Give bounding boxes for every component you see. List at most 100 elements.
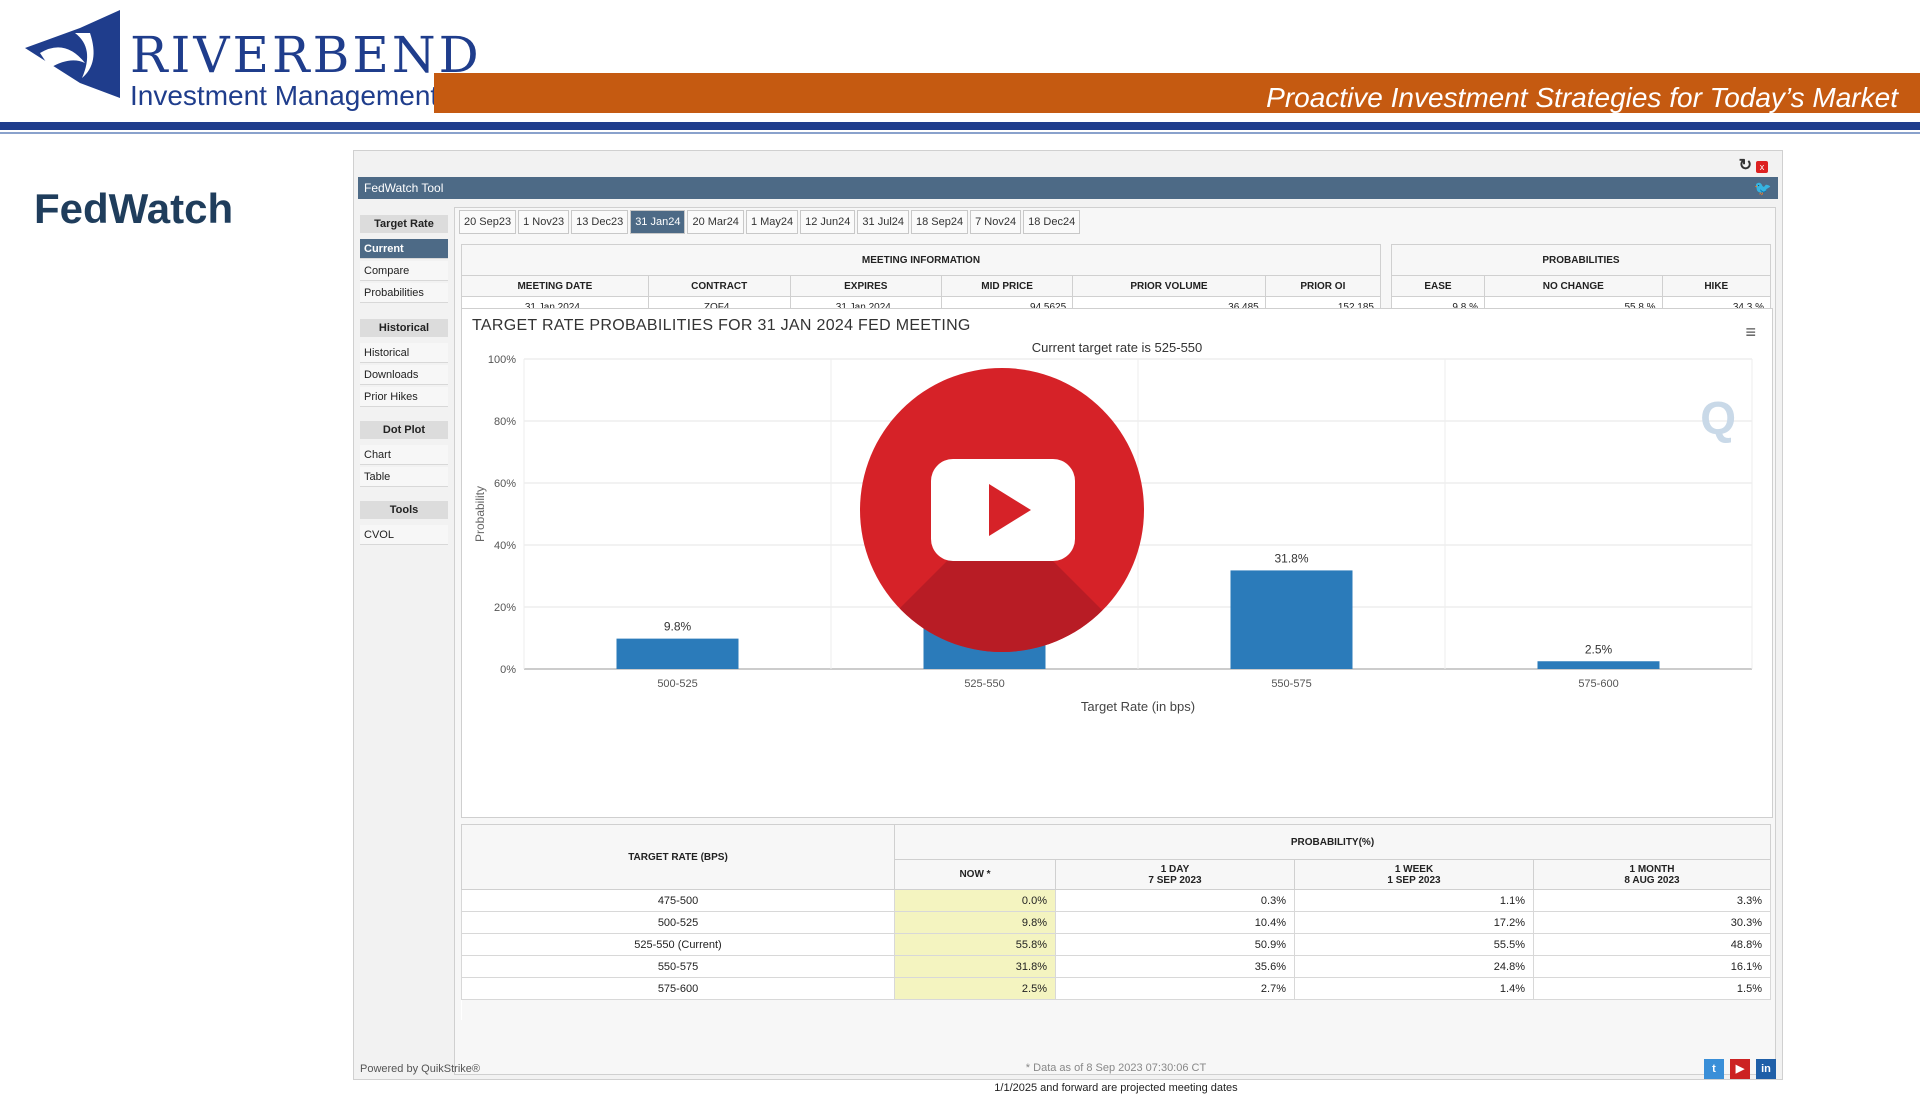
bar-data-label: 31.8% — [1274, 551, 1308, 565]
powered-by: Powered by QuikStrike® — [360, 1063, 480, 1075]
cell-now: 31.8% — [894, 955, 1056, 978]
cell-week: 55.5% — [1294, 933, 1534, 956]
cell-day: 10.4% — [1055, 911, 1295, 934]
meeting-tabs: 20 Sep23 1 Nov23 13 Dec23 31 Jan24 20 Mar24 1… — [459, 210, 1082, 234]
col-header: MEETING DATE — [461, 275, 649, 297]
now-header: NOW * — [894, 859, 1056, 890]
y-tick-label: 60% — [494, 478, 516, 490]
quikstrike-watermark-icon: Q — [1700, 392, 1736, 444]
x-tick-label: 550-575 — [1271, 678, 1311, 690]
projected-dates-note: 1/1/2025 and forward are projected meeti… — [994, 1082, 1238, 1094]
one-week-header: 1 WEEK 1 SEP 2023 — [1294, 859, 1534, 890]
probability-header: PROBABILITY(%) — [894, 824, 1771, 860]
y-axis-label: Probability — [473, 486, 487, 542]
cell-day: 50.9% — [1055, 933, 1295, 956]
rate-probability-table: TARGET RATE (BPS) PROBABILITY(%) NOW * 1… — [461, 824, 1771, 1020]
cell-now: 55.8% — [894, 933, 1056, 956]
y-tick-label: 80% — [494, 416, 516, 428]
sidebar-item-current[interactable]: Current — [360, 239, 448, 259]
riverbend-logo-icon — [25, 10, 120, 98]
tab-meeting[interactable]: 20 Sep23 — [459, 210, 517, 234]
twitter-icon[interactable]: t — [1704, 1059, 1724, 1079]
youtube-icon[interactable]: ▶ — [1730, 1059, 1750, 1079]
one-day-header: 1 DAY 7 SEP 2023 — [1055, 859, 1295, 890]
cell-rate: 475-500 — [461, 889, 895, 912]
cell-now: 2.5% — [894, 977, 1056, 1000]
bar-data-label: 9.8% — [664, 620, 692, 634]
table-row: 500-525 9.8% 10.4% 17.2% 30.3% — [461, 911, 1771, 934]
tab-meeting[interactable]: 31 Jan24 — [630, 210, 686, 234]
table-row: 525-550 (Current) 55.8% 50.9% 55.5% 48.8% — [461, 933, 1771, 956]
sidebar-heading-dot-plot: Dot Plot — [360, 421, 448, 439]
cell-day: 2.7% — [1055, 977, 1295, 1000]
tab-meeting[interactable]: 1 May24 — [745, 210, 799, 234]
probabilities-table: PROBABILITIES EASE NO CHANGE HIKE 9.8 % … — [1391, 244, 1772, 318]
social-links: t ▶ in — [1704, 1059, 1776, 1079]
tab-meeting[interactable]: 12 Jun24 — [800, 210, 856, 234]
header-rule — [0, 122, 1920, 130]
sidebar-item-prior-hikes[interactable]: Prior Hikes — [360, 387, 448, 407]
y-tick-label: 100% — [488, 354, 516, 366]
col-header: EXPIRES — [789, 275, 942, 297]
close-icon[interactable]: x — [1756, 161, 1768, 173]
sidebar-item-probabilities[interactable]: Probabilities — [360, 283, 448, 303]
table-row: 575-600 2.5% 2.7% 1.4% 1.5% — [461, 977, 1771, 1000]
bar-data-label: 2.5% — [1585, 642, 1613, 656]
sidebar-item-cvol[interactable]: CVOL — [360, 525, 448, 545]
col-header: EASE — [1391, 275, 1485, 297]
x-tick-label: 500-525 — [657, 678, 697, 690]
rate-rows: 475-500 0.0% 0.3% 1.1% 3.3% 500-525 9.8% 10.4% 1… — [461, 889, 1771, 1000]
sidebar-item-table[interactable]: Table — [360, 467, 448, 487]
sidebar-item-downloads[interactable]: Downloads — [360, 365, 448, 385]
tool-title-bar: FedWatch Tool 🐦 — [358, 177, 1778, 199]
slide-title: FedWatch — [34, 185, 234, 232]
tab-meeting[interactable]: 13 Dec23 — [571, 210, 629, 234]
refresh-icon[interactable]: ↻ — [1739, 155, 1752, 175]
col-header: NO CHANGE — [1483, 275, 1663, 297]
sidebar-heading-historical: Historical — [360, 319, 448, 337]
sidebar-heading-target-rate: Target Rate — [360, 215, 448, 233]
tab-meeting[interactable]: 7 Nov24 — [970, 210, 1022, 234]
y-tick-label: 40% — [494, 540, 516, 552]
linkedin-icon[interactable]: in — [1756, 1059, 1776, 1079]
cell-day: 0.3% — [1055, 889, 1295, 912]
cell-rate: 550-575 — [461, 955, 895, 978]
header-rule-thin — [0, 132, 1920, 134]
col-header: HIKE — [1661, 275, 1772, 297]
cell-week: 1.1% — [1294, 889, 1534, 912]
cell-week: 17.2% — [1294, 911, 1534, 934]
cell-week: 24.8% — [1294, 955, 1534, 978]
col-header: PRIOR VOLUME — [1072, 275, 1266, 297]
x-tick-label: 525-550 — [964, 678, 1004, 690]
sidebar-heading-tools: Tools — [360, 501, 448, 519]
twitter-icon[interactable]: 🐦 — [1754, 180, 1771, 196]
sidebar-item-chart[interactable]: Chart — [360, 445, 448, 465]
cell-now: 9.8% — [894, 911, 1056, 934]
tab-meeting[interactable]: 20 Mar24 — [687, 210, 744, 234]
col-header: MID PRICE — [940, 275, 1074, 297]
col-header: PRIOR OI — [1264, 275, 1382, 297]
bar — [1230, 570, 1353, 669]
sidebar-item-historical[interactable]: Historical — [360, 343, 448, 363]
cell-rate: 575-600 — [461, 977, 895, 1000]
target-rate-header: TARGET RATE (BPS) — [461, 824, 895, 890]
sidebar-item-compare[interactable]: Compare — [360, 261, 448, 281]
tab-meeting[interactable]: 31 Jul24 — [857, 210, 909, 234]
table-row: 475-500 0.0% 0.3% 1.1% 3.3% — [461, 889, 1771, 912]
x-tick-label: 575-600 — [1578, 678, 1618, 690]
cell-week: 1.4% — [1294, 977, 1534, 1000]
table-footer-spacer — [461, 999, 1771, 1020]
tab-meeting[interactable]: 18 Sep24 — [911, 210, 969, 234]
cell-month: 30.3% — [1533, 911, 1771, 934]
play-icon — [989, 484, 1031, 536]
col-header: CONTRACT — [647, 275, 791, 297]
tool-toolbar: ↻ x — [1735, 155, 1768, 175]
table-row: 550-575 31.8% 35.6% 24.8% 16.1% — [461, 955, 1771, 978]
bar — [1537, 661, 1660, 669]
one-month-header: 1 MONTH 8 AUG 2023 — [1533, 859, 1771, 890]
chart-menu-icon[interactable]: ≡ — [1745, 323, 1756, 341]
tab-meeting[interactable]: 18 Dec24 — [1023, 210, 1081, 234]
tab-meeting[interactable]: 1 Nov23 — [518, 210, 570, 234]
x-axis-label: Target Rate (in bps) — [1081, 699, 1195, 714]
cell-month: 16.1% — [1533, 955, 1771, 978]
